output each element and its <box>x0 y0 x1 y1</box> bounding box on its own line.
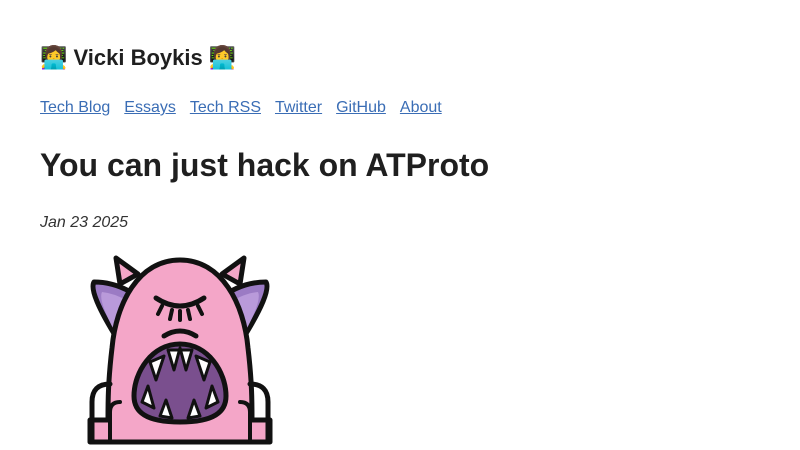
nav-link-twitter[interactable]: Twitter <box>275 99 322 116</box>
site-title[interactable]: 👩‍💻 Vicki Boykis 👩‍💻 <box>40 44 236 72</box>
post-title: You can just hack on ATProto <box>40 147 490 183</box>
post-date: Jan 23 2025 <box>40 214 129 231</box>
nav-link-about[interactable]: About <box>400 99 442 116</box>
monster-illustration <box>87 255 273 445</box>
top-nav: Tech Blog Essays Tech RSS Twitter GitHub Abou… <box>40 98 456 118</box>
nav-link-tech-rss[interactable]: Tech RSS <box>190 99 261 116</box>
monster-mouth <box>131 341 229 425</box>
nav-link-github[interactable]: GitHub <box>336 99 386 116</box>
nav-link-essays[interactable]: Essays <box>124 99 176 116</box>
nav-link-tech-blog[interactable]: Tech Blog <box>40 99 110 116</box>
